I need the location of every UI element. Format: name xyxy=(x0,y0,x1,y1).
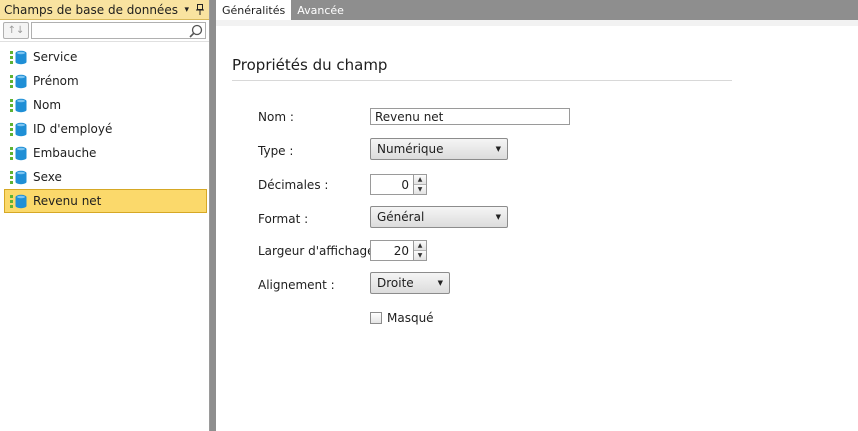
display-width-label: Largeur d'affichage : xyxy=(258,244,383,258)
sort-button[interactable]: ↑↓ xyxy=(3,22,29,39)
alignment-select-value: Droite xyxy=(377,276,414,290)
panel-header: Champs de base de données ▾ xyxy=(0,0,209,20)
list-item[interactable]: ID d'employé xyxy=(4,117,207,141)
list-item[interactable]: Service xyxy=(4,45,207,69)
type-label: Type : xyxy=(258,144,294,158)
decimals-value[interactable]: 0 xyxy=(370,174,414,195)
format-label: Format : xyxy=(258,212,309,226)
database-field-icon xyxy=(10,122,27,136)
section-title: Propriétés du champ xyxy=(232,56,388,74)
search-bar: ↑↓ xyxy=(0,20,209,42)
format-select-value: Général xyxy=(377,210,425,224)
field-list: Service Prénom Nom ID d'employé Embauche Sexe… xyxy=(0,42,209,213)
database-fields-panel: Champs de base de données ▾ ↑↓ Service Pr… xyxy=(0,0,210,431)
list-item[interactable]: Revenu net xyxy=(4,189,207,213)
hidden-checkbox-row[interactable]: Masqué xyxy=(370,311,434,325)
display-width-spin-buttons: ▲ ▼ xyxy=(414,240,427,261)
increment-icon[interactable]: ▲ xyxy=(414,241,426,250)
name-label: Nom : xyxy=(258,110,294,124)
type-select[interactable]: Numérique ▼ xyxy=(370,138,508,160)
database-field-icon xyxy=(10,146,27,160)
database-field-icon xyxy=(10,50,27,64)
tab-strip: Généralités Avancée xyxy=(216,0,858,20)
decimals-spin-buttons: ▲ ▼ xyxy=(414,174,427,195)
name-field-wrapper xyxy=(370,108,570,125)
list-item-label: Revenu net xyxy=(33,194,102,208)
list-item-label: ID d'employé xyxy=(33,122,113,136)
pin-icon[interactable] xyxy=(195,3,205,17)
database-field-icon xyxy=(10,98,27,112)
chevron-down-icon[interactable]: ▾ xyxy=(182,3,192,17)
list-item[interactable]: Sexe xyxy=(4,165,207,189)
type-select-value: Numérique xyxy=(377,142,444,156)
list-item-label: Prénom xyxy=(33,74,79,88)
list-item-label: Service xyxy=(33,50,78,64)
decrement-icon[interactable]: ▼ xyxy=(414,184,426,194)
decimals-label: Décimales : xyxy=(258,178,329,192)
format-select[interactable]: Général ▼ xyxy=(370,206,508,228)
list-item-label: Sexe xyxy=(33,170,62,184)
list-item[interactable]: Embauche xyxy=(4,141,207,165)
alignment-select[interactable]: Droite ▼ xyxy=(370,272,450,294)
decrement-icon[interactable]: ▼ xyxy=(414,250,426,260)
panel-title: Champs de base de données xyxy=(4,2,178,17)
tab-avancee[interactable]: Avancée xyxy=(291,0,350,20)
increment-icon[interactable]: ▲ xyxy=(414,175,426,184)
search-field-wrapper xyxy=(31,22,206,39)
database-field-icon xyxy=(10,74,27,88)
name-field[interactable] xyxy=(371,109,569,124)
display-width-stepper: 20 ▲ ▼ xyxy=(370,240,427,261)
decimals-stepper: 0 ▲ ▼ xyxy=(370,174,427,195)
list-item[interactable]: Prénom xyxy=(4,69,207,93)
hidden-checkbox[interactable] xyxy=(370,312,382,324)
list-item-label: Embauche xyxy=(33,146,97,160)
search-input[interactable] xyxy=(32,23,205,39)
chevron-down-icon: ▼ xyxy=(495,213,501,221)
tab-content: Propriétés du champ Nom : Type : Numériq… xyxy=(216,20,858,431)
chevron-down-icon: ▼ xyxy=(437,279,443,287)
tab-generalites[interactable]: Généralités xyxy=(216,0,292,20)
display-width-value[interactable]: 20 xyxy=(370,240,414,261)
database-field-icon xyxy=(10,170,27,184)
search-icon[interactable] xyxy=(189,24,203,38)
database-field-icon xyxy=(10,194,27,208)
list-item[interactable]: Nom xyxy=(4,93,207,117)
properties-pane: Généralités Avancée Propriétés du champ … xyxy=(216,0,858,431)
alignment-label: Alignement : xyxy=(258,278,335,292)
chevron-down-icon: ▼ xyxy=(495,145,501,153)
list-item-label: Nom xyxy=(33,98,62,112)
sort-icon: ↑↓ xyxy=(7,25,25,36)
hidden-checkbox-label: Masqué xyxy=(387,311,434,325)
section-divider xyxy=(232,80,732,81)
